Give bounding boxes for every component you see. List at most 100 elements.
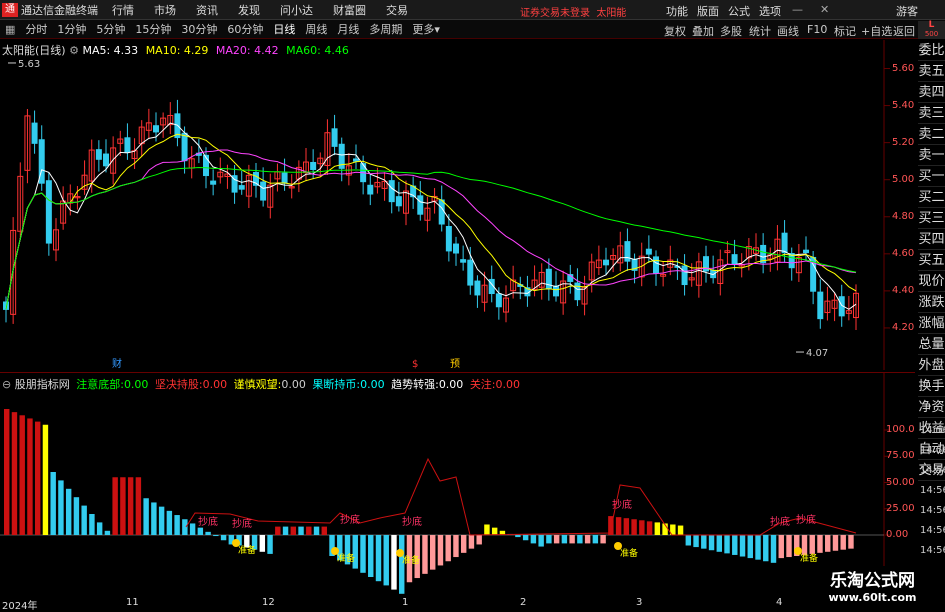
candle-body (95, 149, 102, 160)
candle-body (31, 122, 38, 144)
mark-button[interactable]: 标记 (834, 23, 856, 39)
menu-item-options[interactable]: 选项 (759, 3, 781, 19)
indicator-bar (259, 535, 266, 552)
bottom-signal-label: 抄底 (232, 517, 252, 530)
draw-line-button[interactable]: 画线 (777, 23, 799, 39)
time-tick-label: 14:56 (920, 465, 945, 476)
stats-button[interactable]: 统计 (749, 23, 771, 39)
candle-body (395, 196, 402, 207)
minimize-icon[interactable]: — (792, 3, 803, 16)
menu-item-discover[interactable]: 发现 (238, 2, 260, 18)
candle-body (281, 172, 288, 184)
menu-item-market[interactable]: 行情 (112, 2, 134, 18)
indicator-bar (786, 535, 792, 558)
menu-item-ask[interactable]: 问小达 (280, 2, 313, 18)
period-daily[interactable]: 日线 (268, 21, 300, 37)
grid-icon[interactable]: ▦ (0, 23, 20, 36)
period-60min[interactable]: 60分钟 (222, 21, 268, 37)
indicator-bar (817, 535, 823, 553)
ma20-line (5, 149, 857, 310)
quote-panel-item: 买二 (918, 187, 945, 208)
indicator-bar (546, 535, 552, 544)
period-15min[interactable]: 15分钟 (130, 21, 176, 37)
indicator-bar (701, 535, 707, 549)
menu-item-markets[interactable]: 市场 (154, 2, 176, 18)
kline-chart[interactable]: 5.63 4.07 财 $ 预 (0, 40, 915, 370)
menu-item-formula[interactable]: 公式 (728, 3, 750, 19)
indicator-bar (81, 505, 87, 535)
menu-item-wealth[interactable]: 财富圈 (333, 2, 366, 18)
candle-body (545, 268, 552, 290)
close-icon[interactable]: ✕ (820, 3, 829, 16)
candle-body (310, 161, 317, 170)
ready-label: 准备 (402, 554, 420, 566)
candle-body (817, 291, 824, 320)
bottom-signal-label: 抄底 (770, 515, 790, 528)
menu-item-trade[interactable]: 交易 (386, 2, 408, 18)
indicator-bar (120, 477, 126, 535)
indicator-bar (832, 535, 839, 551)
app-logo-icon: 通 (2, 2, 18, 17)
indicator-bar (693, 535, 699, 548)
indicator-bar (112, 477, 118, 535)
menu-item-news[interactable]: 资讯 (196, 2, 218, 18)
period-5min[interactable]: 5分钟 (91, 21, 130, 37)
menu-item-function[interactable]: 功能 (666, 3, 688, 19)
candle-body (367, 184, 374, 195)
indicator-bar (50, 472, 56, 535)
indicator-bar (600, 535, 606, 544)
ma20-label: MA20: 4.42 (215, 44, 279, 57)
quote-panel-item: 卖四 (918, 82, 945, 103)
guest-label[interactable]: 游客 (896, 3, 918, 19)
indicator-bar (189, 523, 196, 535)
settings-icon[interactable]: ⚙ (69, 44, 79, 57)
candle-body (731, 254, 738, 265)
indicator-bar (89, 514, 95, 535)
price-tick-label: 5.20 (892, 136, 915, 148)
period-monthly[interactable]: 月线 (332, 21, 364, 37)
indicator-tick-label: 50.00 (886, 476, 915, 488)
indicator-bar (685, 535, 692, 546)
candle-body (495, 293, 502, 308)
candle-body (603, 259, 609, 266)
indicator-bar (197, 527, 204, 535)
indicator-bar (437, 535, 444, 566)
candle-body (417, 195, 424, 215)
indicator-bar (716, 535, 723, 552)
price-tick-label: 4.80 (892, 210, 915, 222)
menu-bar: 通 通达信金融终端 行情 市场 资讯 发现 问小达 财富圈 交易 证券交易未登录… (0, 0, 945, 20)
ready-label: 准备 (800, 552, 818, 564)
time-tick-label: 14:56 (920, 445, 945, 456)
multi-stock-button[interactable]: 多股 (720, 23, 742, 39)
indicator-bar (763, 535, 769, 562)
chart-title: 太阳能(日线) (2, 44, 66, 57)
indicator-bar (825, 535, 831, 552)
quote-panel-item: 卖三 (918, 103, 945, 124)
overlay-button[interactable]: 叠加 (692, 23, 714, 39)
indicator-bar (73, 497, 80, 535)
indicator-bar (468, 535, 475, 549)
indicator-tick-label: 75.00 (886, 450, 915, 462)
indicator-bar (360, 535, 366, 573)
add-watchlist-button[interactable]: +自选 (861, 23, 892, 39)
back-button[interactable]: 返回 (893, 23, 915, 39)
indicator-bar (205, 531, 211, 535)
candle-body (467, 259, 474, 286)
period-more[interactable]: 更多▾ (407, 21, 445, 37)
candle-body (474, 280, 481, 296)
indicator-bar (104, 530, 111, 535)
period-weekly[interactable]: 周线 (300, 21, 332, 37)
menu-item-layout[interactable]: 版面 (697, 3, 719, 19)
period-minute[interactable]: 分时 (20, 21, 52, 37)
period-multi[interactable]: 多周期 (364, 21, 407, 37)
candle-body (238, 185, 245, 190)
bottom-signal-label: 抄底 (402, 515, 422, 528)
indicator-chart[interactable]: 抄底 抄底 抄底 抄底抄底抄底 抄底准备准备 准备准备 准备 (0, 373, 915, 609)
indicator-bar (569, 535, 575, 544)
price-tick-label: 5.00 (892, 173, 915, 185)
indicator-bar (530, 535, 537, 544)
period-1min[interactable]: 1分钟 (52, 21, 91, 37)
period-30min[interactable]: 30分钟 (176, 21, 222, 37)
f10-button[interactable]: F10 (807, 23, 827, 36)
adjust-button[interactable]: 复权 (664, 23, 686, 39)
